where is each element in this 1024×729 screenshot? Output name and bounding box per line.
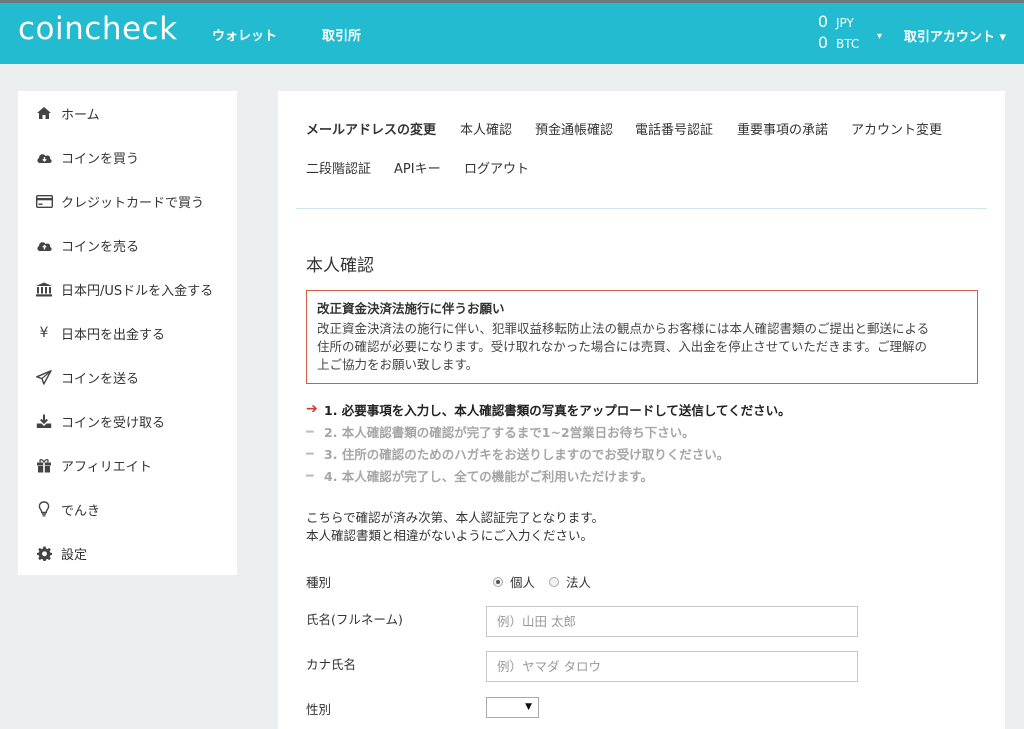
caret-down-icon: ▾ — [999, 30, 1006, 45]
home-icon — [35, 105, 53, 121]
step-text: 4. 本人確認が完了し、全ての機能がご利用いただけます。 — [324, 468, 654, 484]
notice-box: 改正資金決済法施行に伴うお願い 改正資金決済法の施行に伴い、犯罪収益移転防止法の… — [306, 290, 978, 384]
nav-exchange[interactable]: 取引所 — [322, 25, 361, 44]
tab-terms-agreement[interactable]: 重要事項の承諾 — [737, 119, 828, 138]
dash-icon: ━ — [306, 423, 314, 439]
kana-name-input[interactable] — [486, 651, 858, 682]
step-text: 2. 本人確認書類の確認が完了するまで1~2営業日お待ち下さい。 — [324, 424, 695, 440]
dash-icon: ━ — [306, 445, 314, 461]
balance-display[interactable]: 0 JPY 0 BTC — [818, 12, 864, 54]
main-panel: メールアドレスの変更 本人確認 預金通帳確認 電話番号認証 重要事項の承諾 アカ… — [278, 91, 1005, 729]
sidebar-item-send-coin[interactable]: コインを送る — [18, 355, 237, 399]
notice-line: 住所の確認が必要になります。受け取れなかった場合には売買、入出金を停止させていた… — [317, 339, 928, 354]
account-menu-button[interactable]: 取引アカウント ▾ — [904, 26, 1006, 45]
tab-account-change[interactable]: アカウント変更 — [851, 119, 942, 138]
sidebar-item-deposit[interactable]: 日本円/USドルを入金する — [18, 267, 237, 311]
sidebar-item-label: 日本円を出金する — [61, 327, 166, 343]
radio-individual[interactable] — [493, 576, 503, 587]
yen-icon: ¥ — [39, 325, 49, 341]
send-icon — [35, 369, 53, 385]
sidebar-item-receive-coin[interactable]: コインを受け取る — [18, 399, 237, 443]
sidebar-item-settings[interactable]: 設定 — [18, 531, 237, 575]
nav-wallet[interactable]: ウォレット — [212, 25, 277, 44]
step-item: ━ 4. 本人確認が完了し、全ての機能がご利用いただけます。 — [306, 464, 791, 486]
sidebar-item-label: クレジットカードで買う — [61, 195, 205, 211]
tab-phone-verification[interactable]: 電話番号認証 — [635, 119, 713, 138]
gift-icon — [35, 457, 53, 473]
sidebar-item-affiliate[interactable]: アフィリエイト — [18, 443, 237, 487]
sidebar-item-home[interactable]: ホーム — [18, 91, 237, 135]
jpy-currency-label: JPY — [836, 16, 854, 30]
kana-label: カナ氏名 — [306, 657, 357, 672]
account-menu-label: 取引アカウント — [903, 30, 995, 45]
tab-api-key[interactable]: APIキー — [394, 158, 441, 177]
sidebar-item-label: コインを買う — [61, 151, 140, 167]
sidebar-item-sell-coin[interactable]: コインを売る — [18, 223, 237, 267]
top-navbar: coincheck ウォレット 取引所 0 JPY 0 BTC ▾ 取引アカウン… — [0, 0, 1024, 64]
dash-icon: ━ — [306, 467, 314, 483]
name-label: 氏名(フルネーム) — [306, 612, 403, 627]
gear-icon — [35, 545, 53, 561]
tab-identity-verification[interactable]: 本人確認 — [460, 119, 512, 138]
sidebar-item-label: コインを送る — [61, 371, 140, 387]
select-caret-icon: ▼ — [525, 702, 532, 712]
type-radio-group: 個人 法人 — [493, 572, 591, 591]
cloud-upload-icon — [35, 237, 53, 253]
gender-label: 性別 — [306, 702, 332, 717]
radio-corporate[interactable] — [549, 576, 560, 587]
tab-divider — [296, 208, 987, 209]
btc-balance: 0 — [817, 33, 828, 52]
sidebar-item-label: コインを受け取る — [61, 415, 166, 431]
arrow-right-icon: ➔ — [306, 401, 318, 417]
notice-line: 上ご協力をお願い致します。 — [317, 357, 479, 372]
credit-card-icon — [35, 193, 53, 209]
sidebar-item-buy-coin[interactable]: コインを買う — [18, 135, 237, 179]
notice-title: 改正資金決済法施行に伴うお願い — [317, 301, 505, 316]
instruction-line: 本人確認書類と相違がないようにご入力ください。 — [306, 528, 594, 543]
radio-corporate-label[interactable]: 法人 — [566, 572, 591, 591]
coincheck-logo[interactable]: coincheck — [18, 11, 178, 47]
sidebar-item-label: 設定 — [61, 547, 88, 563]
step-text: 3. 住所の確認のためのハガキをお送りしますのでお受け取りください。 — [324, 446, 730, 462]
gender-select[interactable]: ▼ — [486, 697, 539, 718]
sidebar-item-label: コインを売る — [61, 239, 140, 255]
step-text: 1. 必要事項を入力し、本人確認書類の写真をアップロードして送信してください。 — [324, 402, 791, 418]
page-title: 本人確認 — [306, 256, 374, 276]
sidebar-item-denki[interactable]: でんき — [18, 487, 237, 531]
bank-icon — [35, 281, 53, 297]
full-name-input[interactable] — [486, 606, 858, 637]
sidebar: ホーム コインを買う クレジットカードで買う コインを売る 日本円/USドルを入… — [18, 91, 237, 575]
tab-two-factor[interactable]: 二段階認証 — [306, 158, 371, 177]
balance-caret-icon[interactable]: ▾ — [877, 31, 882, 42]
tab-bankbook-verification[interactable]: 預金通帳確認 — [535, 119, 613, 138]
verification-steps: ➔ 1. 必要事項を入力し、本人確認書類の写真をアップロードして送信してください… — [306, 398, 791, 486]
sidebar-item-label: ホーム — [61, 107, 100, 123]
sidebar-item-withdraw[interactable]: ¥ 日本円を出金する — [18, 311, 237, 355]
jpy-balance: 0 — [817, 12, 828, 31]
cloud-download-icon — [35, 149, 53, 165]
notice-line: 改正資金決済法の施行に伴い、犯罪収益移転防止法の観点からお客様には本人確認書類の… — [317, 321, 930, 336]
step-item: ━ 3. 住所の確認のためのハガキをお送りしますのでお受け取りください。 — [306, 442, 791, 464]
instructions: こちらで確認が済み次第、本人認証完了となります。 本人確認書類と相違がないように… — [306, 509, 604, 545]
type-label: 種別 — [306, 575, 332, 590]
tab-email-change[interactable]: メールアドレスの変更 — [306, 119, 436, 138]
step-item-current: ➔ 1. 必要事項を入力し、本人確認書類の写真をアップロードして送信してください… — [306, 398, 791, 420]
tab-logout[interactable]: ログアウト — [464, 158, 529, 177]
step-item: ━ 2. 本人確認書類の確認が完了するまで1~2営業日お待ち下さい。 — [306, 420, 791, 442]
sidebar-item-label: 日本円/USドルを入金する — [61, 283, 214, 299]
radio-individual-label[interactable]: 個人 — [510, 572, 535, 591]
notice-body: 改正資金決済法の施行に伴い、犯罪収益移転防止法の観点からお客様には本人確認書類の… — [317, 320, 967, 374]
sidebar-item-credit-card[interactable]: クレジットカードで買う — [18, 179, 237, 223]
sidebar-item-label: アフィリエイト — [61, 459, 152, 475]
lightbulb-icon — [35, 501, 53, 517]
instruction-line: こちらで確認が済み次第、本人認証完了となります。 — [306, 510, 605, 525]
sidebar-item-label: でんき — [61, 503, 101, 519]
btc-currency-label: BTC — [836, 37, 860, 51]
download-icon — [35, 413, 53, 429]
